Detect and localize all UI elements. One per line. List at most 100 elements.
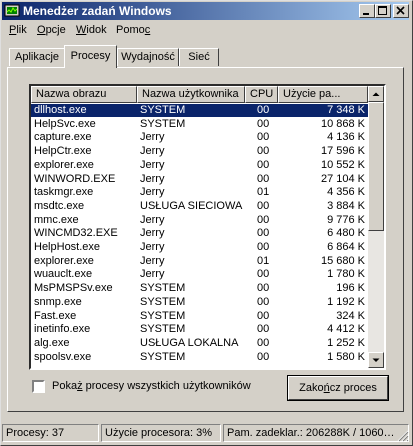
cell-image-name: explorer.exe — [34, 158, 94, 171]
cell-image-name: capture.exe — [34, 131, 92, 144]
cell-memory: 4 356 K — [327, 186, 365, 199]
cell-user-name: SYSTEM — [140, 350, 186, 363]
cell-user-name: Jerry — [140, 145, 165, 158]
close-button[interactable] — [393, 4, 409, 18]
cell-image-name: WINCMD32.EXE — [34, 227, 118, 240]
cell-user-name: SYSTEM — [140, 323, 186, 336]
column-header-cpu[interactable]: CPU — [245, 86, 278, 103]
process-list[interactable]: Nazwa obrazu Nazwa użytkownika CPU Użyci… — [29, 84, 386, 370]
cell-cpu: 00 — [257, 227, 270, 240]
table-row[interactable]: snmp.exe SYSTEM 00 1 192 K — [31, 296, 368, 309]
cell-user-name: Jerry — [140, 131, 165, 144]
arrow-up-icon — [372, 92, 380, 96]
table-row[interactable]: Fast.exe SYSTEM 00 324 K — [31, 310, 368, 323]
tab-aplikacje[interactable]: Aplikacje — [9, 48, 65, 66]
cell-cpu: 00 — [257, 145, 270, 158]
cell-memory: 1 192 K — [327, 295, 365, 308]
table-row[interactable]: explorer.exe Jerry 00 10 552 K — [31, 159, 368, 172]
cell-cpu: 01 — [257, 186, 270, 199]
table-row[interactable]: wuauclt.exe Jerry 00 1 780 K — [31, 268, 368, 281]
table-row[interactable]: inetinfo.exe SYSTEM 00 4 412 K — [31, 323, 368, 336]
table-row[interactable]: WINCMD32.EXE Jerry 00 6 480 K — [31, 227, 368, 240]
column-header-image-name[interactable]: Nazwa obrazu — [31, 86, 137, 103]
table-row[interactable]: alg.exe USŁUGA LOKALNA 00 1 252 K — [31, 337, 368, 350]
cell-cpu: 00 — [257, 104, 270, 116]
show-all-users-checkbox[interactable] — [32, 380, 45, 393]
cell-user-name: SYSTEM — [140, 104, 186, 116]
cell-user-name: Jerry — [140, 158, 165, 171]
column-header-memory[interactable]: Użycie pa... — [278, 86, 368, 103]
cell-cpu: 01 — [257, 254, 270, 267]
table-row[interactable]: msdtc.exe USŁUGA SIECIOWA 00 3 884 K — [31, 200, 368, 213]
cell-memory: 3 884 K — [327, 199, 365, 212]
cell-image-name: Fast.exe — [34, 309, 77, 322]
table-row[interactable]: taskmgr.exe Jerry 01 4 356 K — [31, 186, 368, 199]
table-row[interactable]: HelpCtr.exe Jerry 00 17 596 K — [31, 145, 368, 158]
menu-pomoc[interactable]: Pomoc — [116, 24, 150, 36]
cell-memory: 4 136 K — [327, 131, 365, 144]
cell-memory: 15 680 K — [320, 254, 365, 267]
cell-cpu: 00 — [257, 158, 270, 171]
table-row[interactable]: capture.exe Jerry 00 4 136 K — [31, 131, 368, 144]
table-row[interactable]: spoolsv.exe SYSTEM 00 1 580 K — [31, 351, 368, 364]
cell-memory: 324 K — [336, 309, 365, 322]
cell-user-name: SYSTEM — [140, 309, 186, 322]
minimize-button[interactable] — [359, 4, 375, 18]
table-row[interactable]: HelpSvc.exe SYSTEM 00 10 868 K — [31, 118, 368, 131]
tab-siec[interactable]: Sieć — [179, 48, 219, 66]
cell-user-name: SYSTEM — [140, 295, 186, 308]
cell-image-name: HelpHost.exe — [34, 241, 101, 253]
cell-memory: 6 480 K — [327, 227, 365, 240]
cell-image-name: inetinfo.exe — [34, 323, 91, 336]
cell-image-name: taskmgr.exe — [34, 186, 94, 199]
table-row[interactable]: dllhost.exe SYSTEM 00 7 348 K — [31, 104, 368, 117]
cell-memory: 10 552 K — [320, 158, 365, 171]
table-row[interactable]: HelpHost.exe Jerry 00 6 864 K — [31, 241, 368, 254]
menu-plik[interactable]: Plik — [9, 24, 27, 36]
status-processes: Procesy: 37 — [2, 424, 99, 442]
menu-opcje[interactable]: Opcje — [37, 24, 66, 36]
tab-procesy[interactable]: Procesy — [64, 45, 117, 68]
cell-cpu: 00 — [257, 295, 270, 308]
resize-grip-icon[interactable] — [396, 429, 409, 442]
maximize-button[interactable] — [375, 4, 391, 18]
vertical-scrollbar[interactable] — [368, 86, 384, 368]
status-cpu-usage: Użycie procesora: 3% — [101, 424, 221, 442]
cell-memory: 7 348 K — [327, 104, 365, 116]
cell-user-name: Jerry — [140, 227, 165, 240]
cell-image-name: WINWORD.EXE — [34, 172, 116, 185]
close-icon — [396, 6, 405, 15]
cell-cpu: 00 — [257, 131, 270, 144]
menu-widok[interactable]: Widok — [76, 24, 107, 36]
table-row[interactable]: WINWORD.EXE Jerry 00 27 104 K — [31, 173, 368, 186]
cell-image-name: alg.exe — [34, 336, 70, 349]
cell-user-name: Jerry — [140, 172, 165, 185]
cell-user-name: Jerry — [140, 213, 165, 226]
cell-memory: 4 412 K — [327, 323, 365, 336]
table-row[interactable]: explorer.exe Jerry 01 15 680 K — [31, 255, 368, 268]
cell-memory: 10 868 K — [320, 117, 365, 130]
title-bar[interactable]: Menedżer zadań Windows — [2, 2, 409, 20]
cell-cpu: 00 — [257, 117, 270, 130]
cell-user-name: Jerry — [140, 241, 165, 253]
cell-cpu: 00 — [257, 282, 270, 295]
cell-memory: 1 580 K — [327, 350, 365, 363]
cell-cpu: 00 — [257, 309, 270, 322]
show-all-users-label[interactable]: Pokaż procesy wszystkich użytkowników — [52, 380, 251, 392]
tab-wydajnosc[interactable]: Wydajność — [117, 48, 179, 66]
scroll-up-button[interactable] — [368, 86, 384, 102]
cell-user-name: USŁUGA SIECIOWA — [140, 199, 243, 212]
cell-cpu: 00 — [257, 172, 270, 185]
scroll-down-button[interactable] — [368, 352, 384, 368]
cell-user-name: Jerry — [140, 268, 165, 281]
cell-memory: 1 252 K — [327, 336, 365, 349]
cell-image-name: dllhost.exe — [34, 104, 87, 116]
end-process-button[interactable]: Zakończ proces — [287, 375, 389, 401]
column-header-user-name[interactable]: Nazwa użytkownika — [137, 86, 245, 103]
scroll-thumb[interactable] — [368, 102, 384, 231]
cell-memory: 1 780 K — [327, 268, 365, 281]
status-bar: Procesy: 37 Użycie procesora: 3% Pam. za… — [2, 424, 409, 442]
cell-image-name: spoolsv.exe — [34, 350, 92, 363]
table-row[interactable]: mmc.exe Jerry 00 9 776 K — [31, 214, 368, 227]
table-row[interactable]: MsPMSPSv.exe SYSTEM 00 196 K — [31, 282, 368, 295]
